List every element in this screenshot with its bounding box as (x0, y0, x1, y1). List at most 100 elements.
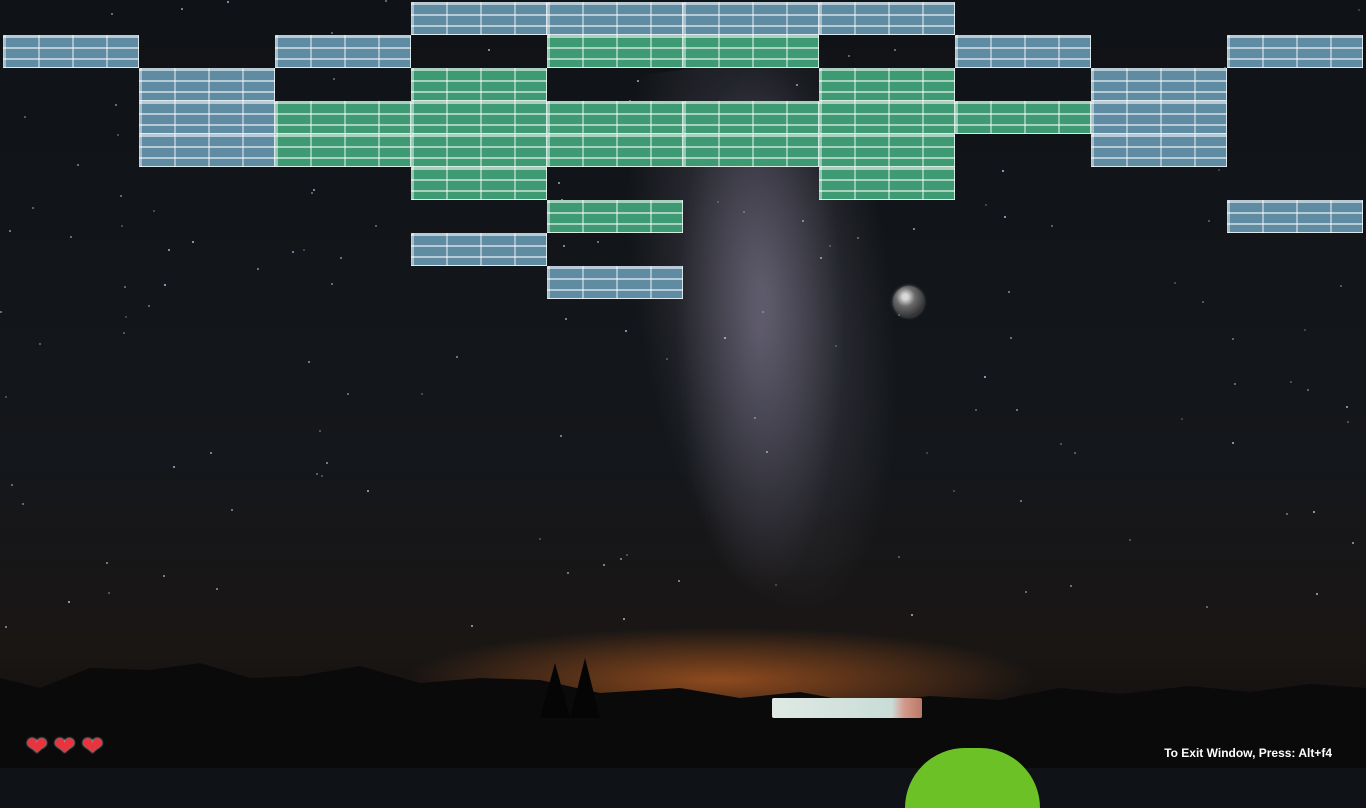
brick (275, 35, 411, 68)
star (333, 78, 335, 80)
star (1020, 500, 1022, 502)
star (77, 164, 79, 166)
star (1208, 220, 1210, 222)
star (163, 575, 165, 577)
star (313, 189, 315, 191)
star (625, 330, 627, 332)
star (567, 572, 569, 574)
star (210, 452, 212, 454)
star (257, 268, 259, 270)
star (762, 311, 764, 313)
heart-icon: ❤ (26, 731, 48, 761)
brick (1227, 35, 1363, 68)
star (558, 182, 560, 184)
brick (683, 35, 819, 68)
star (108, 592, 110, 594)
brick (411, 2, 547, 35)
star (1174, 282, 1176, 284)
star (106, 562, 108, 564)
star (626, 554, 628, 556)
star (421, 393, 423, 395)
star (754, 417, 756, 419)
mountain-silhouette (0, 658, 1366, 768)
heart-icon: ❤ (81, 731, 104, 761)
brick (819, 167, 955, 200)
star (975, 409, 977, 411)
star (117, 134, 119, 136)
star (1232, 338, 1234, 340)
star (560, 435, 562, 437)
star (666, 358, 668, 360)
star (1206, 606, 1208, 608)
brick (955, 35, 1091, 68)
brick (411, 167, 547, 200)
star (120, 195, 122, 197)
brick (955, 101, 1091, 134)
star (911, 614, 913, 616)
paddle[interactable] (772, 698, 922, 718)
star (1347, 421, 1349, 423)
star (1358, 9, 1360, 11)
star (121, 225, 123, 227)
star (70, 236, 72, 238)
star (68, 601, 70, 603)
star (153, 210, 155, 212)
star (125, 316, 127, 318)
star (913, 228, 915, 230)
star (1316, 593, 1318, 595)
brick (411, 101, 547, 134)
brick (683, 101, 819, 134)
brick (683, 2, 819, 35)
star (24, 116, 26, 118)
heart-icon: ❤ (53, 731, 76, 761)
star (347, 393, 349, 395)
star (1002, 170, 1004, 172)
star (1346, 406, 1348, 408)
brick (1091, 101, 1227, 134)
star (1290, 381, 1292, 383)
brick (411, 233, 547, 266)
ball (893, 286, 924, 317)
star (1004, 216, 1006, 218)
star (1307, 389, 1309, 391)
star (820, 257, 822, 259)
star (231, 509, 233, 511)
star (111, 13, 113, 15)
star (292, 251, 294, 253)
star (319, 430, 321, 432)
brick (819, 2, 955, 35)
star (1234, 383, 1236, 385)
star (311, 192, 313, 194)
star (1016, 409, 1018, 411)
brick (547, 2, 683, 35)
star (563, 245, 565, 247)
star (796, 84, 798, 86)
star (331, 32, 333, 34)
star (1218, 169, 1220, 171)
star (385, 0, 387, 2)
star (1070, 585, 1072, 587)
brick (411, 134, 547, 167)
star (5, 396, 7, 398)
star (1286, 513, 1288, 515)
star (173, 466, 175, 468)
star (123, 332, 125, 334)
brick (139, 68, 275, 101)
star (1304, 329, 1306, 331)
star (678, 580, 680, 582)
star (316, 473, 318, 475)
star (597, 241, 599, 243)
star (367, 490, 369, 492)
star (124, 286, 126, 288)
star (637, 80, 639, 82)
star (1181, 418, 1183, 420)
game-canvas[interactable]: ❤ ❤ ❤ To Exit Window, Press: Alt+f4 (0, 0, 1366, 808)
star (1025, 591, 1027, 593)
star (148, 305, 150, 307)
star (1051, 225, 1053, 227)
brick (1091, 68, 1227, 101)
brick (547, 134, 683, 167)
star (802, 220, 804, 222)
star (488, 49, 490, 51)
brick (1227, 200, 1363, 233)
